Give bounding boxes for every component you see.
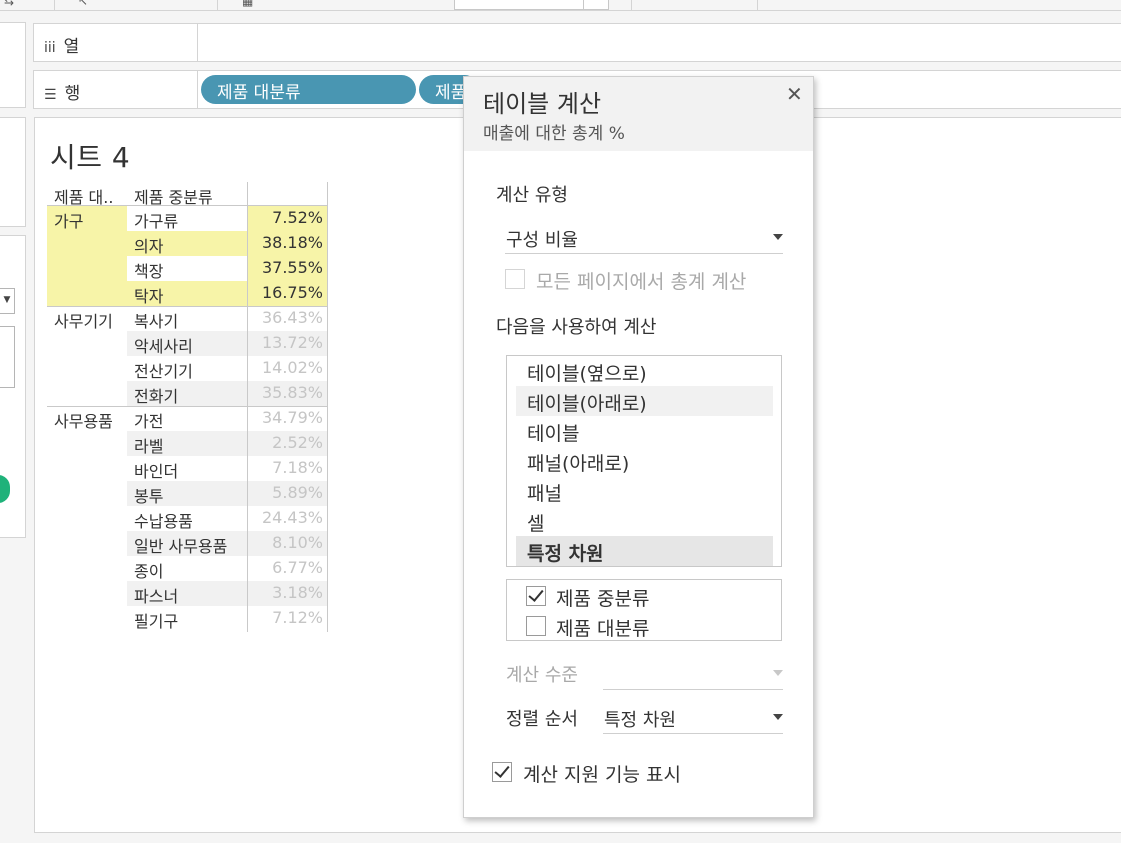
dialog-subtitle: 매출에 대한 총계 %: [483, 124, 625, 144]
left-panel-pages[interactable]: [0, 22, 26, 108]
dimension-checkbox-subcategory[interactable]: [526, 586, 546, 606]
header-value: [247, 182, 328, 206]
subcategory-cell[interactable]: 바인더: [127, 456, 247, 481]
value-cell[interactable]: 36.43%: [247, 306, 328, 331]
column-divider: [327, 182, 328, 632]
subcategory-cell[interactable]: 가전: [127, 406, 247, 431]
calc-type-label: 계산 유형: [496, 185, 568, 206]
value-cell[interactable]: 2.52%: [247, 431, 328, 456]
toolbar-divider: [217, 0, 218, 10]
chevron-down-icon: [773, 670, 783, 676]
subcategory-cell[interactable]: 책장: [127, 256, 247, 281]
show-assist-label: 계산 지원 기능 표시: [523, 764, 681, 786]
toolbar-divider: [757, 0, 758, 10]
show-assist-checkbox[interactable]: [492, 762, 512, 782]
toolbar-dropdown[interactable]: [454, 0, 609, 10]
subcategory-cell[interactable]: 가구류: [127, 206, 247, 231]
value-cell[interactable]: 7.12%: [247, 606, 328, 631]
dimension-label-subcategory: 제품 중분류: [556, 588, 650, 610]
value-cell[interactable]: 14.02%: [247, 356, 328, 381]
columns-icon: iii: [44, 40, 56, 56]
value-cell[interactable]: 7.18%: [247, 456, 328, 481]
toolbar-divider: [54, 0, 55, 10]
rows-shelf-label: ☰ 행: [34, 71, 198, 108]
value-cell[interactable]: 37.55%: [247, 256, 328, 281]
toolbar-tool-icon[interactable]: ⇆: [4, 0, 14, 8]
sort-dropdown[interactable]: 특정 차원: [603, 704, 783, 734]
subcategory-cell[interactable]: 수납용품: [127, 506, 247, 531]
dimensions-list: 제품 중분류 제품 대분류: [506, 579, 782, 641]
value-cell[interactable]: 6.77%: [247, 556, 328, 581]
subcategory-cell[interactable]: 종이: [127, 556, 247, 581]
sort-label: 정렬 순서: [506, 709, 578, 730]
subcategory-cell[interactable]: 라벨: [127, 431, 247, 456]
rows-icon: ☰: [44, 87, 57, 103]
dimension-label-category: 제품 대분류: [556, 618, 650, 640]
compute-option[interactable]: 패널(아래로): [516, 446, 773, 476]
calc-type-dropdown[interactable]: 구성 비율: [505, 224, 783, 254]
subcategory-cell[interactable]: 파스너: [127, 581, 247, 606]
value-cell[interactable]: 8.10%: [247, 531, 328, 556]
toolbar-tool-icon[interactable]: ▦: [242, 0, 253, 8]
calc-type-value: 구성 비율: [506, 230, 578, 251]
marks-type-dropdown[interactable]: ▼: [0, 288, 15, 314]
toolbar-divider: [631, 0, 632, 10]
header-subcategory[interactable]: 제품 중분류: [127, 182, 247, 206]
subcategory-cell[interactable]: 일반 사무용품: [127, 531, 247, 556]
dialog-title: 테이블 계산: [483, 90, 602, 118]
chevron-down-icon: [773, 234, 783, 240]
category-cell[interactable]: 사무기기: [47, 306, 127, 406]
dimension-checkbox-category[interactable]: [526, 616, 546, 636]
value-cell[interactable]: 13.72%: [247, 331, 328, 356]
category-cell[interactable]: 가구: [47, 206, 127, 306]
columns-shelf-label: iii 열: [34, 24, 198, 61]
compute-option[interactable]: 패널: [516, 476, 773, 506]
value-cell[interactable]: 5.89%: [247, 481, 328, 506]
value-cell[interactable]: 35.83%: [247, 381, 328, 406]
compute-option[interactable]: 테이블(옆으로): [516, 356, 773, 386]
subcategory-cell[interactable]: 전산기기: [127, 356, 247, 381]
subcategory-cell[interactable]: 탁자: [127, 281, 247, 306]
value-cell[interactable]: 7.52%: [247, 206, 328, 231]
header-category[interactable]: 제품 대..: [47, 182, 127, 206]
value-cell[interactable]: 3.18%: [247, 581, 328, 606]
level-label: 계산 수준: [506, 665, 578, 686]
marks-card-button[interactable]: [0, 326, 15, 388]
columns-shelf[interactable]: iii 열: [33, 23, 1121, 62]
value-cell[interactable]: 24.43%: [247, 506, 328, 531]
subcategory-cell[interactable]: 봉투: [127, 481, 247, 506]
chevron-down-icon: [773, 714, 783, 720]
subcategory-cell[interactable]: 의자: [127, 231, 247, 256]
chevron-down-icon: ▼: [3, 295, 11, 305]
compute-option[interactable]: 특정 차원: [516, 536, 773, 566]
compute-using-list[interactable]: 테이블(옆으로) 테이블(아래로) 테이블 패널(아래로) 패널 셀 특정 차원: [506, 355, 782, 567]
sort-value: 특정 차원: [604, 710, 676, 731]
value-cell[interactable]: 38.18%: [247, 231, 328, 256]
compute-option[interactable]: 테이블: [516, 416, 773, 446]
subcategory-cell[interactable]: 필기구: [127, 606, 247, 631]
all-pages-label: 모든 페이지에서 총계 계산: [536, 271, 747, 293]
subcategory-cell[interactable]: 악세사리: [127, 331, 247, 356]
category-cell[interactable]: 사무용품: [47, 406, 127, 631]
row-pill-category[interactable]: 제품 대분류: [201, 75, 416, 104]
crosstab-table: 제품 대.. 제품 중분류 가구류 7.52% 의자 38.18% 책장 37.55% 탁자…: [47, 182, 328, 632]
subcategory-cell[interactable]: 복사기: [127, 306, 247, 331]
compute-using-label: 다음을 사용하여 계산: [496, 317, 657, 338]
sheet-title: 시트 4: [50, 141, 131, 174]
all-pages-checkbox[interactable]: [505, 269, 525, 289]
left-panel-filters[interactable]: [0, 117, 26, 227]
value-cell[interactable]: 34.79%: [247, 406, 328, 431]
level-dropdown[interactable]: [603, 660, 783, 690]
column-divider: [247, 182, 248, 632]
compute-option[interactable]: 셀: [516, 506, 773, 536]
close-icon[interactable]: ✕: [786, 82, 803, 106]
compute-option[interactable]: 테이블(아래로): [516, 386, 773, 416]
value-cell[interactable]: 16.75%: [247, 281, 328, 306]
subcategory-cell[interactable]: 전화기: [127, 381, 247, 406]
toolbar-tool-icon[interactable]: ↖: [78, 0, 88, 8]
